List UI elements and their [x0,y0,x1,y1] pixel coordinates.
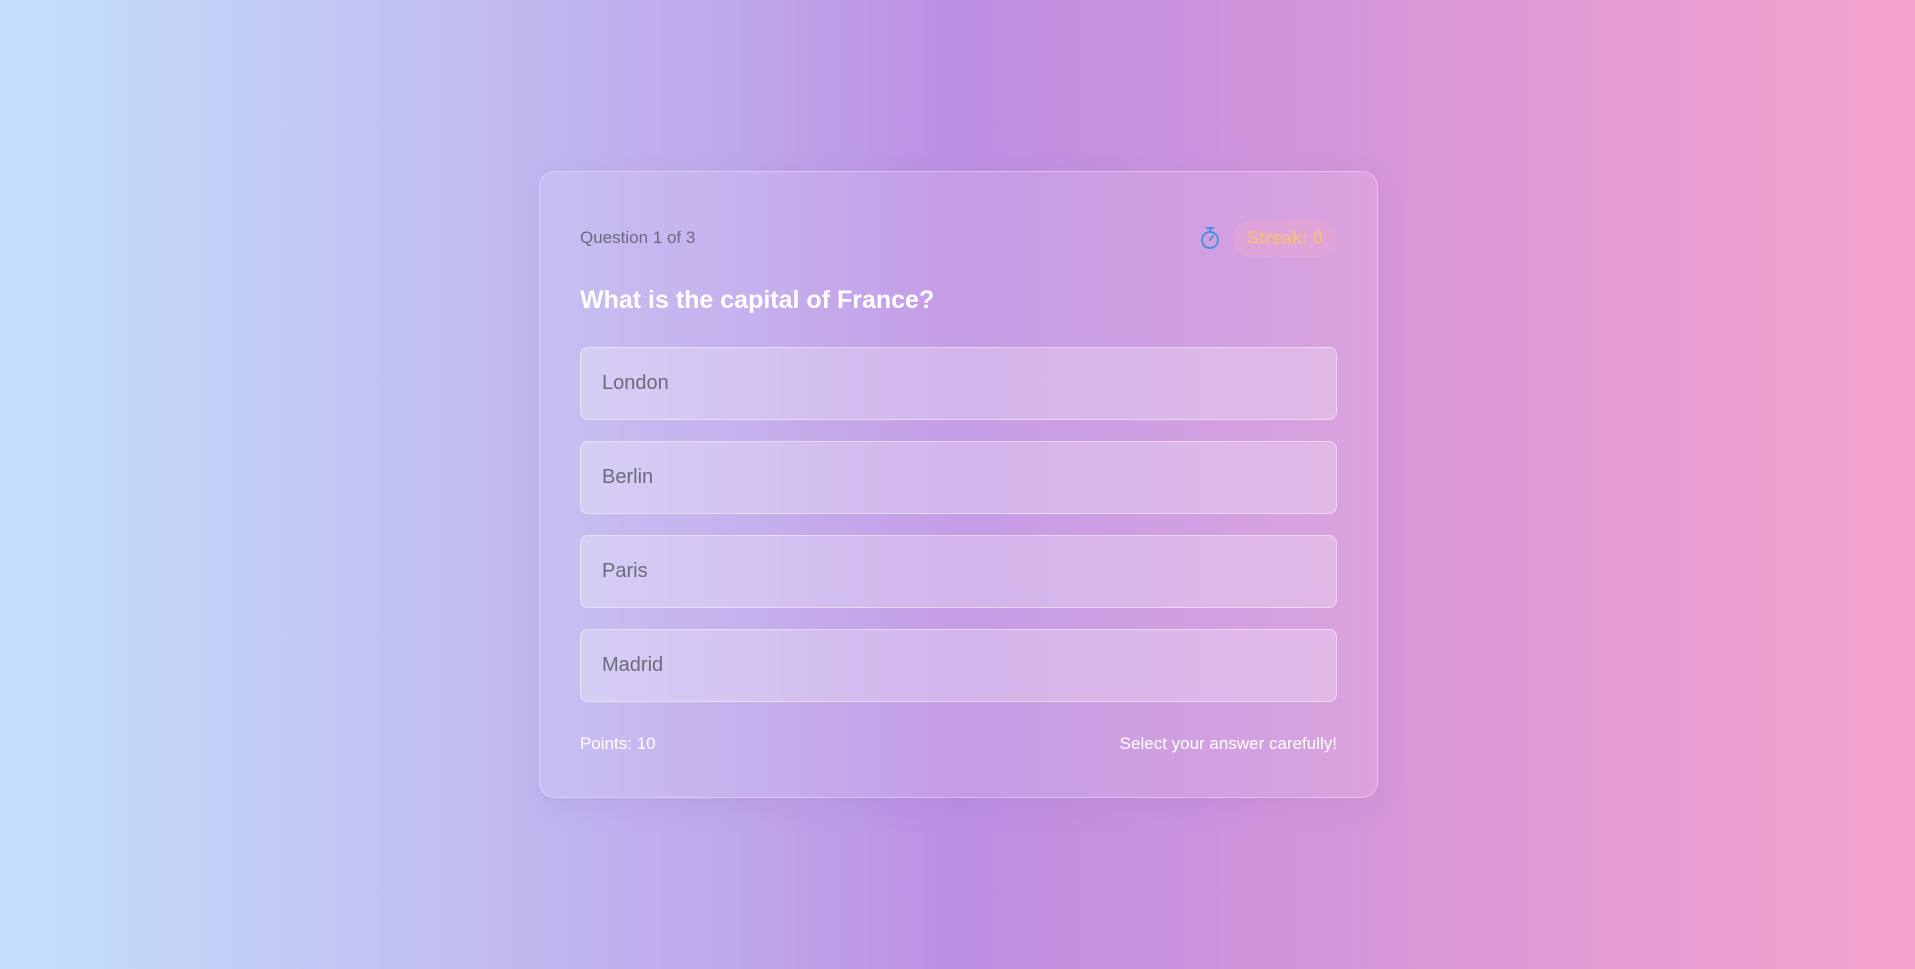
answer-option-berlin[interactable]: Berlin [580,441,1337,514]
hint-text: Select your answer carefully! [1119,734,1337,753]
answer-option-madrid[interactable]: Madrid [580,629,1337,702]
quiz-card: Question 1 of 3 Streak: 0 What is the ca… [539,171,1378,798]
streak-badge: Streak: 0 [1232,219,1337,257]
answer-option-label: London [602,372,669,394]
quiz-footer: Points: 10 Select your answer carefully! [580,734,1337,754]
answer-option-label: Madrid [602,654,664,676]
question-counter: Question 1 of 3 [580,228,696,247]
answer-options: London Berlin Paris Madrid [580,347,1337,723]
answer-option-paris[interactable]: Paris [580,535,1337,608]
question-text: What is the capital of France? [580,286,935,314]
points-label: Points: 10 [580,734,656,753]
answer-option-label: Paris [602,560,648,582]
answer-option-london[interactable]: London [580,347,1337,420]
quiz-header: Question 1 of 3 Streak: 0 [580,216,1337,260]
answer-option-label: Berlin [602,466,654,488]
stopwatch-icon [1199,226,1221,250]
header-right: Streak: 0 [1199,219,1337,257]
